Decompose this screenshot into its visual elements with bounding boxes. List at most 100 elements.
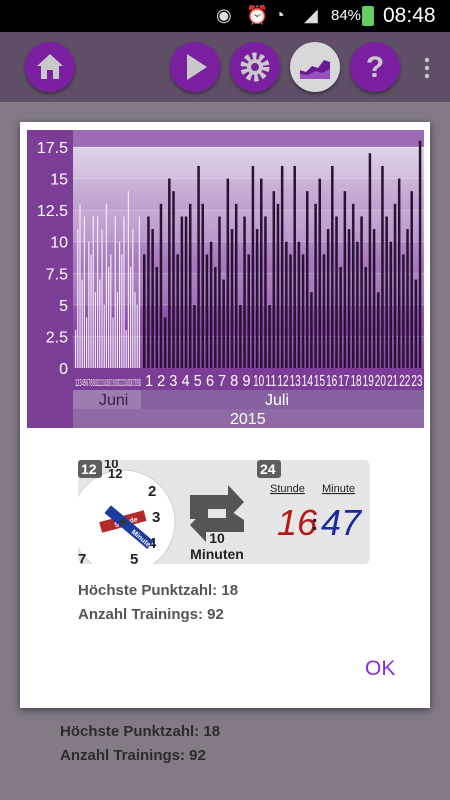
y-tick-label: 7.5 xyxy=(46,266,68,283)
area-chart-icon xyxy=(300,60,330,79)
bar xyxy=(247,254,250,368)
x-tick-label: 13 xyxy=(290,373,301,390)
bar xyxy=(272,191,276,368)
bar xyxy=(99,279,101,368)
bar xyxy=(110,254,112,368)
toolbar: ? xyxy=(0,32,450,102)
bar xyxy=(234,203,238,368)
bar xyxy=(138,216,141,368)
statistics-button[interactable] xyxy=(290,42,340,92)
bar xyxy=(331,165,334,368)
bar xyxy=(335,216,338,368)
clock-number: 7 xyxy=(78,551,86,564)
bar xyxy=(77,229,79,368)
month-label-july: Juli xyxy=(265,392,289,409)
month-label-june: Juni xyxy=(99,392,128,409)
battery-icon xyxy=(362,6,374,26)
x-tick-label: 7 xyxy=(218,373,226,390)
bar xyxy=(372,229,376,368)
x-tick-label: 12 xyxy=(277,373,288,390)
y-tick-label: 5 xyxy=(59,298,68,315)
bar xyxy=(159,203,163,368)
bar xyxy=(155,266,159,368)
bar xyxy=(184,216,188,368)
bar xyxy=(406,229,409,368)
bar xyxy=(297,241,301,368)
bar xyxy=(351,203,355,368)
interval-unit: Minuten xyxy=(190,546,244,562)
bar xyxy=(130,266,132,368)
bar xyxy=(88,241,90,368)
y-tick-label: 12.5 xyxy=(37,203,68,220)
bar xyxy=(103,304,105,368)
bar xyxy=(226,178,230,368)
bar xyxy=(132,229,134,368)
bar xyxy=(81,279,83,368)
bar xyxy=(123,216,125,368)
bar xyxy=(260,178,263,368)
bar xyxy=(314,203,317,368)
bar xyxy=(79,203,81,368)
overflow-menu-button[interactable] xyxy=(424,56,430,80)
settings-button[interactable] xyxy=(230,42,280,92)
help-icon: ? xyxy=(366,51,384,84)
statistics-dialog: 17.5 15 12.5 10 7.5 5 2.5 0 1 2 3 4 5 6 7 8 9 10 11 12 13 14… xyxy=(20,122,430,708)
clock-center xyxy=(120,519,126,525)
bar xyxy=(255,229,259,368)
help-button[interactable]: ? xyxy=(350,42,400,92)
bar xyxy=(86,317,88,368)
bar xyxy=(230,229,234,368)
trainings-count-text: Anzahl Trainings: 92 xyxy=(78,606,224,623)
bar xyxy=(243,216,246,368)
play-button[interactable] xyxy=(170,42,220,92)
clock-number: 12 xyxy=(108,466,122,481)
bar xyxy=(280,165,284,368)
bar xyxy=(381,165,384,368)
bar xyxy=(368,153,372,368)
bar xyxy=(83,216,86,368)
bar xyxy=(385,216,388,368)
bar xyxy=(322,254,326,368)
bar xyxy=(209,241,213,368)
x-tick-label: 2 xyxy=(157,373,165,390)
bar xyxy=(377,292,380,368)
badge-24h-label: 24 xyxy=(260,461,276,477)
alarm-icon: ⏰ xyxy=(246,5,269,25)
x-tick-label: 8 xyxy=(230,373,238,390)
home-button[interactable] xyxy=(25,42,75,92)
bar xyxy=(97,216,99,368)
clock: 08:48 xyxy=(383,4,436,27)
bar xyxy=(92,216,94,368)
background-highscore: Höchste Punktzahl: 18 xyxy=(60,723,221,740)
x-tick-label: 11 xyxy=(265,373,276,390)
x-tick-label: 16 xyxy=(326,373,337,390)
bar xyxy=(301,254,305,368)
bar xyxy=(119,241,121,368)
bar xyxy=(176,254,179,368)
x-tick-label: 3 xyxy=(169,373,177,390)
ok-button[interactable]: OK xyxy=(365,657,395,681)
x-tick-label: 15 xyxy=(314,373,325,390)
wifi-icon: ◔ xyxy=(274,5,285,25)
minute-heading: Minute xyxy=(322,483,355,495)
y-tick-label: 2.5 xyxy=(46,329,68,346)
x-tick-label: 14 xyxy=(302,373,313,390)
overflow-menu-icon xyxy=(424,57,430,79)
bar xyxy=(163,317,167,368)
bar xyxy=(356,241,359,368)
bar xyxy=(418,140,422,368)
background-trainings: Anzahl Trainings: 92 xyxy=(60,747,206,764)
bar xyxy=(364,266,367,368)
x-tick-label: 20 xyxy=(375,373,386,390)
bar xyxy=(112,317,114,368)
bar xyxy=(121,254,123,368)
bar xyxy=(201,203,205,368)
grid-band xyxy=(73,210,424,242)
bar xyxy=(136,304,138,368)
bar xyxy=(218,216,221,368)
bar xyxy=(197,165,200,368)
x-tick-label: 22 xyxy=(399,373,410,390)
bar xyxy=(239,304,242,368)
bar xyxy=(147,216,150,368)
x-tick-label: 4 xyxy=(182,373,190,390)
